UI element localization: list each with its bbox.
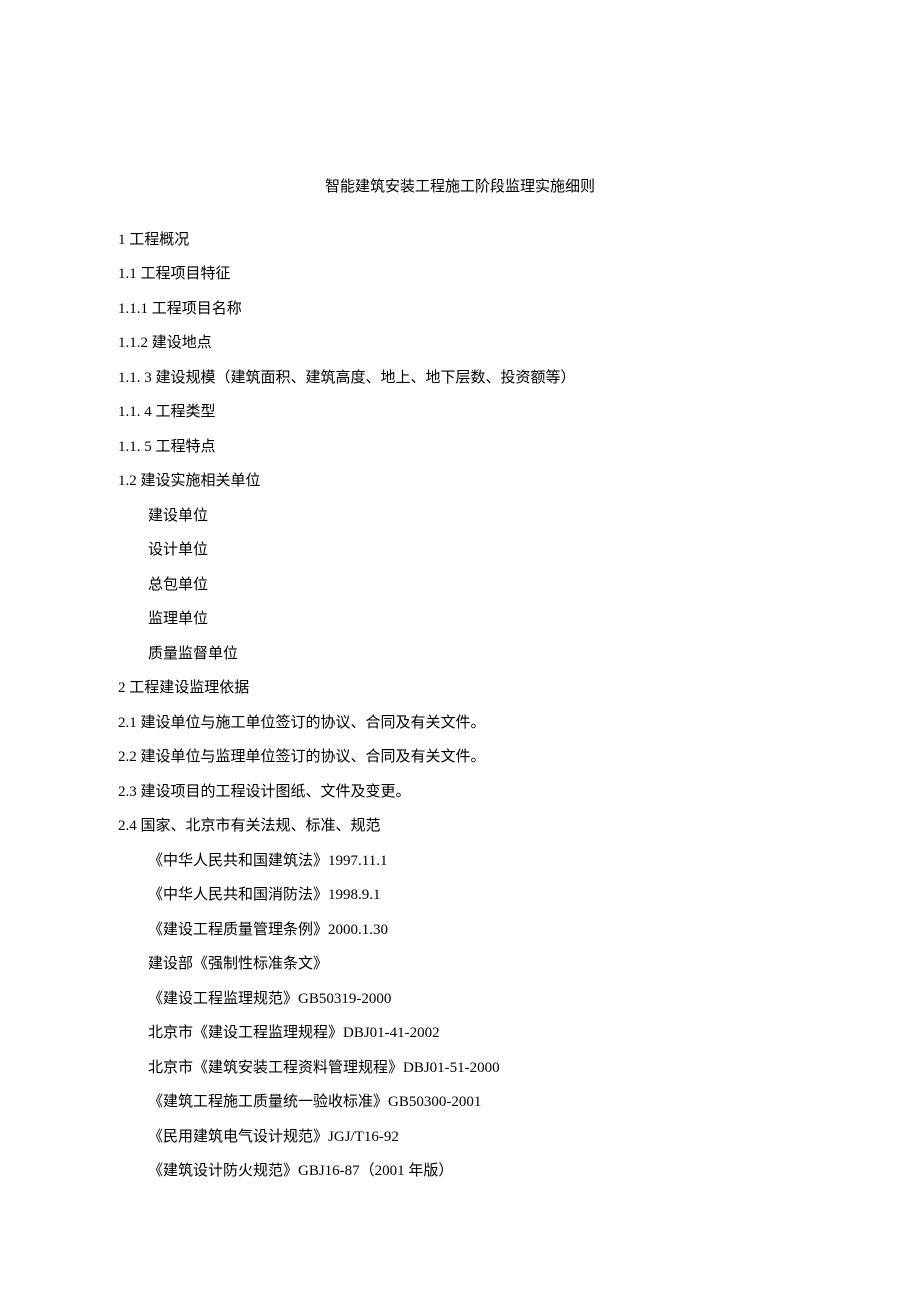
text-line: 1.1. 5 工程特点 — [118, 430, 802, 465]
text-line: 2 工程建设监理依据 — [118, 671, 802, 706]
text-line: 总包单位 — [118, 568, 802, 603]
text-line: 《建筑设计防火规范》GBJ16-87（2001 年版） — [118, 1154, 802, 1189]
text-line: 1.1. 3 建设规模（建筑面积、建筑高度、地上、地下层数、投资额等） — [118, 361, 802, 396]
text-line: 《建设工程质量管理条例》2000.1.30 — [118, 913, 802, 948]
text-line: 《建筑工程施工质量统一验收标准》GB50300-2001 — [118, 1085, 802, 1120]
document-title: 智能建筑安装工程施工阶段监理实施细则 — [118, 170, 802, 205]
text-line: 建设部《强制性标准条文》 — [118, 947, 802, 982]
text-line: 2.4 国家、北京市有关法规、标准、规范 — [118, 809, 802, 844]
text-line: 《中华人民共和国消防法》1998.9.1 — [118, 878, 802, 913]
text-line: 1.2 建设实施相关单位 — [118, 464, 802, 499]
text-line: 1.1.2 建设地点 — [118, 326, 802, 361]
text-line: 1.1. 4 工程类型 — [118, 395, 802, 430]
text-line: 监理单位 — [118, 602, 802, 637]
text-line: 质量监督单位 — [118, 637, 802, 672]
text-line: 北京市《建设工程监理规程》DBJ01-41-2002 — [118, 1016, 802, 1051]
text-line: 2.1 建设单位与施工单位签订的协议、合同及有关文件。 — [118, 706, 802, 741]
text-line: 《建设工程监理规范》GB50319-2000 — [118, 982, 802, 1017]
text-line: 1 工程概况 — [118, 223, 802, 258]
text-line: 建设单位 — [118, 499, 802, 534]
text-line: 1.1.1 工程项目名称 — [118, 292, 802, 327]
document-body: 1 工程概况1.1 工程项目特征1.1.1 工程项目名称1.1.2 建设地点1.… — [118, 223, 802, 1189]
text-line: 设计单位 — [118, 533, 802, 568]
text-line: 北京市《建筑安装工程资料管理规程》DBJ01-51-2000 — [118, 1051, 802, 1086]
text-line: 《民用建筑电气设计规范》JGJ/T16-92 — [118, 1120, 802, 1155]
text-line: 2.3 建设项目的工程设计图纸、文件及变更。 — [118, 775, 802, 810]
text-line: 2.2 建设单位与监理单位签订的协议、合同及有关文件。 — [118, 740, 802, 775]
text-line: 1.1 工程项目特征 — [118, 257, 802, 292]
text-line: 《中华人民共和国建筑法》1997.11.1 — [118, 844, 802, 879]
